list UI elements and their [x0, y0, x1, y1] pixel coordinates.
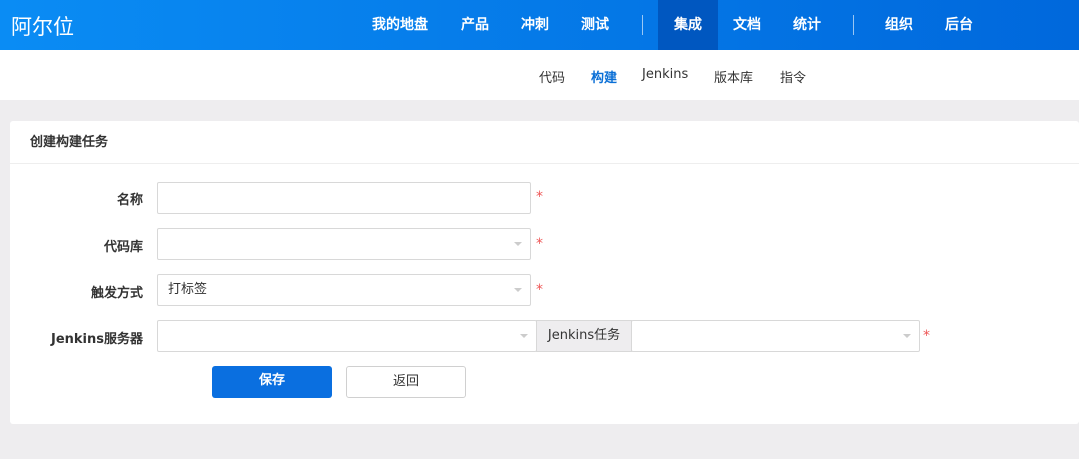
name-input[interactable]: [157, 182, 531, 214]
subnav-code[interactable]: 代码: [539, 67, 565, 86]
trigger-label: 触发方式: [90, 286, 143, 301]
required-mark: *: [923, 328, 930, 344]
repo-select[interactable]: [157, 228, 531, 260]
required-mark: *: [536, 282, 543, 298]
required-mark: *: [536, 236, 543, 252]
nav-admin[interactable]: 后台: [945, 0, 973, 50]
create-build-panel: 创建构建任务 名称 * 代码库 * 触发方式 打标签 * Jenkins服务器 …: [10, 121, 1079, 424]
trigger-select[interactable]: 打标签: [157, 274, 531, 306]
chevron-down-icon: [903, 334, 911, 338]
nav-integration[interactable]: 集成: [658, 0, 718, 50]
jenkins-job-select[interactable]: [631, 320, 920, 352]
nav-doc[interactable]: 文档: [733, 0, 761, 50]
jenkins-server-select[interactable]: [157, 320, 537, 352]
name-label: 名称: [116, 193, 143, 208]
subnav-repo[interactable]: 版本库: [714, 67, 753, 86]
nav-sprint[interactable]: 冲刺: [521, 0, 549, 50]
trigger-value: 打标签: [168, 282, 208, 297]
nav-divider: [853, 15, 854, 35]
nav-test[interactable]: 测试: [581, 0, 609, 50]
nav-product[interactable]: 产品: [461, 0, 489, 50]
repo-label: 代码库: [103, 240, 143, 255]
chevron-down-icon: [514, 288, 522, 292]
subnav-command[interactable]: 指令: [780, 67, 806, 86]
jenkins-job-addon: Jenkins任务: [536, 320, 632, 352]
jenkins-label: Jenkins服务器: [50, 332, 143, 347]
logo: 阿尔位: [11, 15, 74, 39]
nav-stats[interactable]: 统计: [793, 0, 821, 50]
chevron-down-icon: [514, 242, 522, 246]
panel-title: 创建构建任务: [10, 121, 1079, 164]
nav-divider: [642, 15, 643, 35]
top-bar: 阿尔位 我的地盘 产品 冲刺 测试 集成 文档 统计 组织 后台: [0, 0, 1079, 50]
subnav-jenkins[interactable]: Jenkins: [642, 67, 688, 82]
save-button[interactable]: 保存: [212, 366, 332, 398]
subnav-build[interactable]: 构建: [591, 67, 617, 86]
required-mark: *: [536, 189, 543, 205]
nav-org[interactable]: 组织: [885, 0, 913, 50]
nav-my[interactable]: 我的地盘: [372, 0, 428, 50]
sub-nav: 代码 构建 Jenkins 版本库 指令: [0, 50, 1079, 100]
chevron-down-icon: [520, 334, 528, 338]
back-button[interactable]: 返回: [346, 366, 466, 398]
